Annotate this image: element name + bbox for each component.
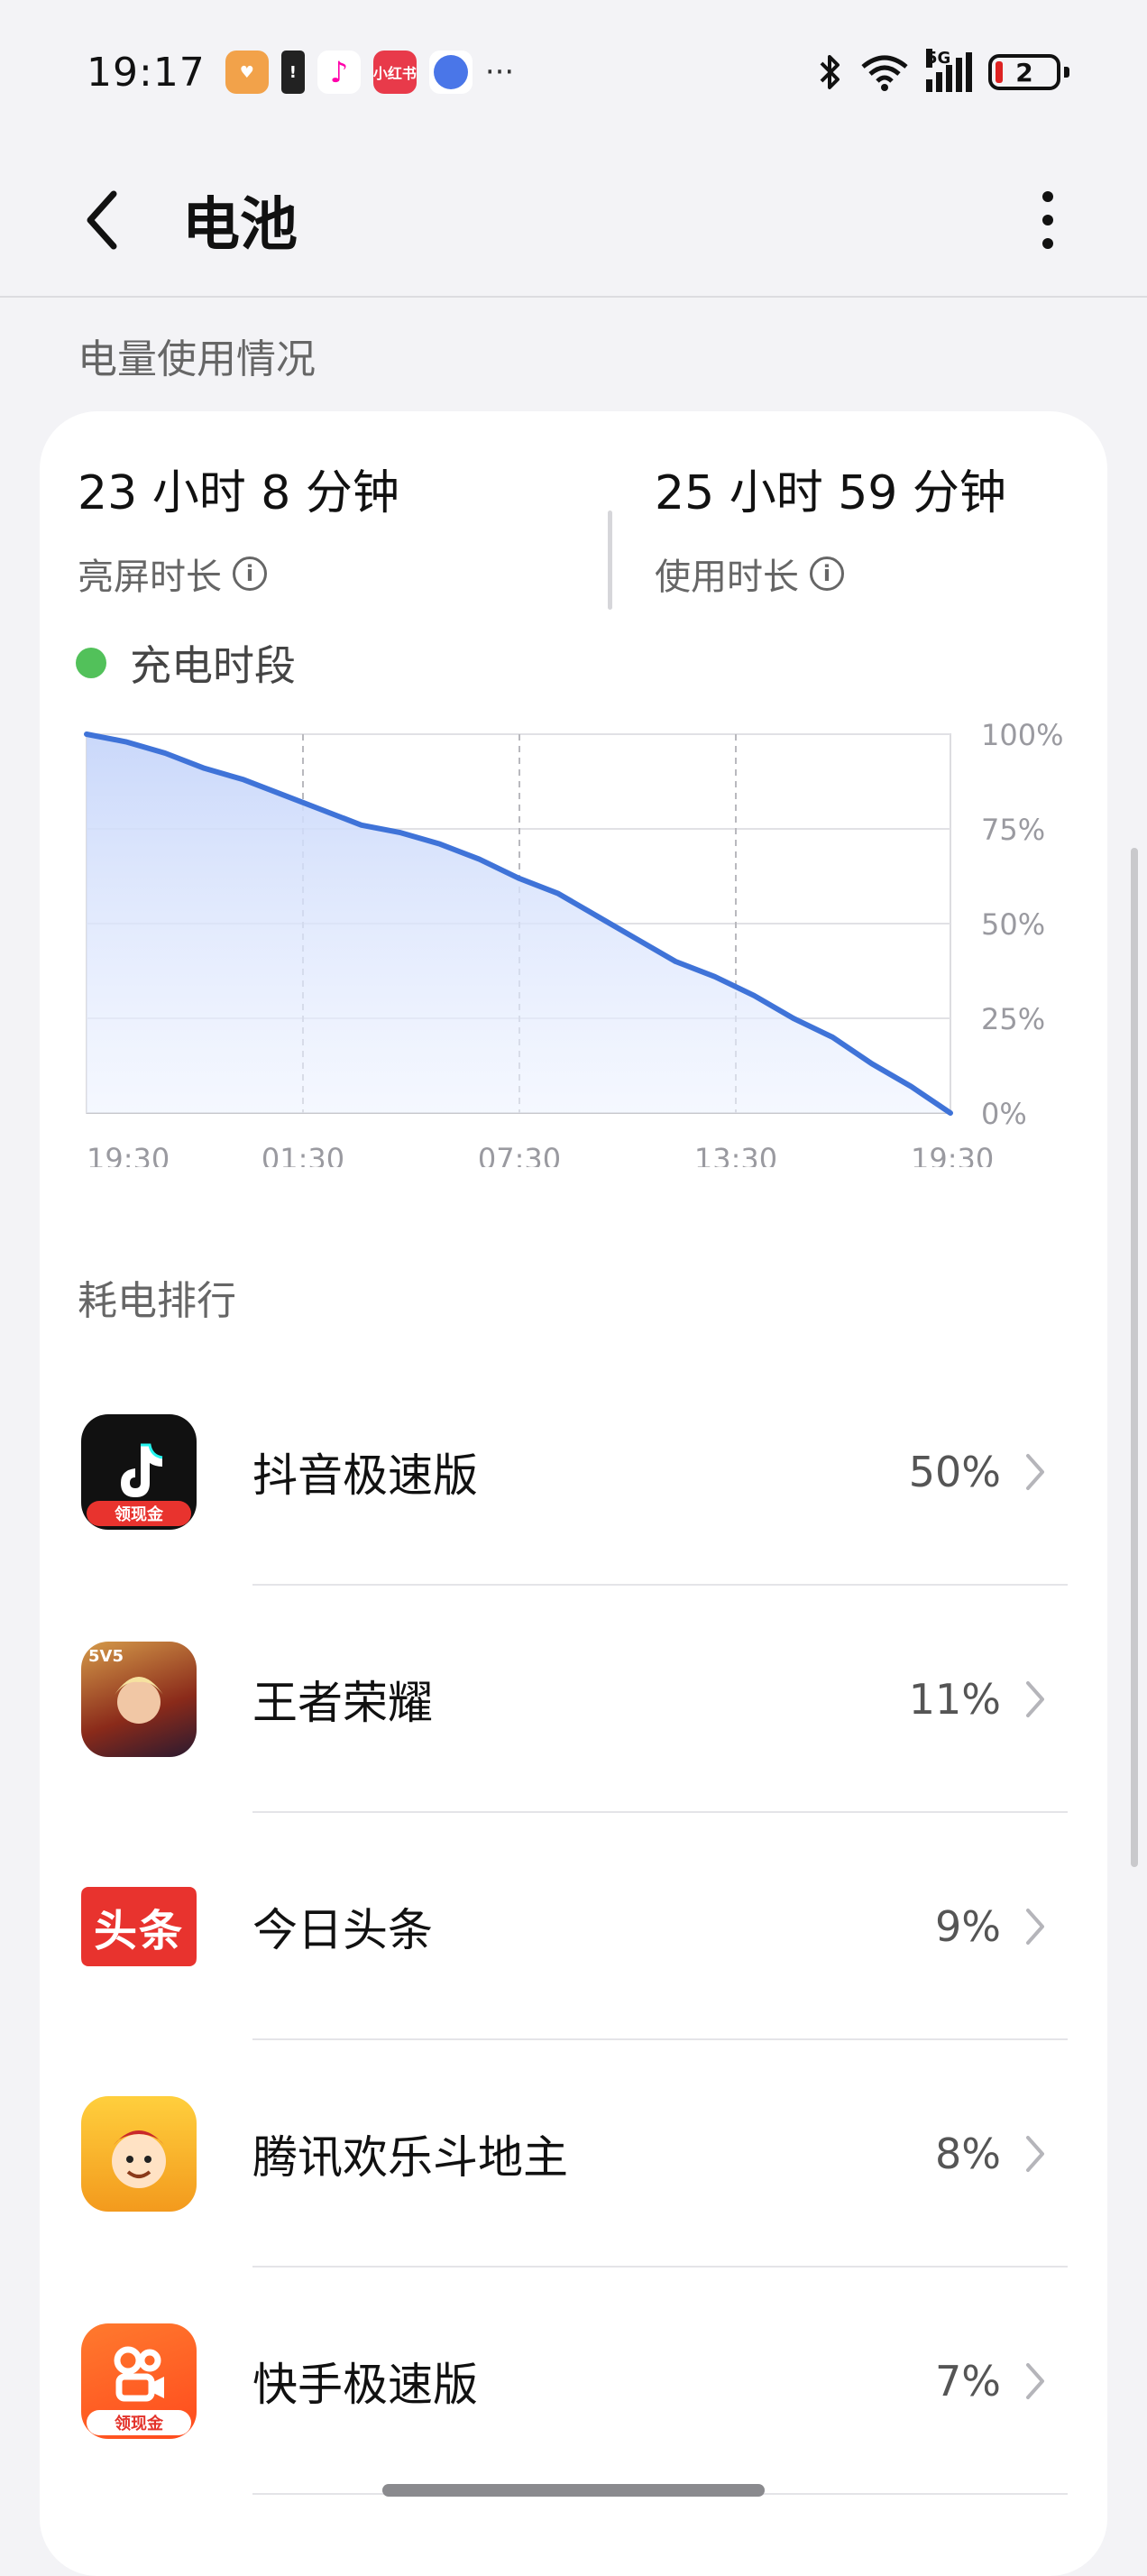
app-percent: 50% xyxy=(908,1448,1001,1496)
charging-legend-label: 充电时段 xyxy=(130,641,296,690)
toutiao-logo: 头条 xyxy=(81,1887,197,1966)
chevron-right-icon xyxy=(1024,2127,1060,2181)
y-tick-label: 0% xyxy=(981,1097,1027,1131)
tiktok-note-icon xyxy=(121,1443,163,1497)
scrollbar[interactable] xyxy=(1131,848,1138,1867)
y-tick-label: 100% xyxy=(981,718,1063,752)
chevron-right-icon xyxy=(1024,1445,1060,1499)
app-percent: 7% xyxy=(935,2357,1001,2406)
battery-warning-icon: ! xyxy=(280,51,305,94)
chevron-right-icon xyxy=(1024,2354,1060,2408)
bluetooth-icon xyxy=(820,55,840,89)
app-row-douyin-lite[interactable]: 领现金 抖音极速版 50% xyxy=(40,1358,1107,1586)
app-name: 抖音极速版 xyxy=(252,1449,478,1502)
app-row-toutiao[interactable]: 头条 今日头条 9% xyxy=(40,1813,1107,2040)
app-badge: 领现金 xyxy=(87,2410,191,2435)
chevron-right-icon xyxy=(1024,1672,1060,1726)
stat-divider xyxy=(608,511,612,610)
x-tick-label: 19:30 xyxy=(911,1142,994,1167)
kuaishou-lite-icon: 领现金 xyxy=(81,2323,197,2439)
app-badge: 领现金 xyxy=(87,1501,191,1526)
battery-level: 2 xyxy=(1015,57,1033,87)
battery-level-chart[interactable]: 100% 75% 50% 25% 0% 19:30 01:30 07:30 13:30 19:30 xyxy=(40,698,1107,1167)
network-type: 5G xyxy=(926,49,951,68)
x-tick-label: 19:30 xyxy=(87,1142,170,1167)
chart-legend: 充电时段 xyxy=(76,633,296,693)
more-options-button[interactable] xyxy=(1030,184,1066,256)
doudizhu-icon xyxy=(81,2096,197,2212)
heart-app-icon: ♥ xyxy=(225,51,269,94)
info-icon[interactable]: i xyxy=(233,557,267,591)
app-name: 快手极速版 xyxy=(252,2359,478,2411)
kuaishou-camera-icon xyxy=(114,2346,164,2402)
xiaohongshu-icon: 小红书 xyxy=(372,51,417,94)
power-ranking-title: 耗电排行 xyxy=(78,1278,236,1324)
screen-time-value: 23 小时 8 分钟 xyxy=(78,466,399,520)
app-percent: 11% xyxy=(908,1675,1001,1724)
status-bar: 19:17 ♥ ! ♪ 小红书 ··· 5G 2 xyxy=(0,0,1147,144)
screen-time-label: 亮屏时长 xyxy=(78,557,222,598)
landlord-face-icon xyxy=(112,2130,166,2188)
planet-app-icon xyxy=(428,51,473,94)
app-name: 腾讯欢乐斗地主 xyxy=(252,2131,568,2184)
app-power-list: 领现金 抖音极速版 50% 5V5 王者荣耀 11% 头条 今日头条 9% 腾讯… xyxy=(40,1358,1107,2495)
chevron-right-icon xyxy=(1024,1900,1060,1954)
app-row-honor-of-kings[interactable]: 5V5 王者荣耀 11% xyxy=(40,1586,1107,1813)
screen-time-stat: 23 小时 8 分钟 亮屏时长 i xyxy=(78,455,399,600)
usage-stats: 23 小时 8 分钟 亮屏时长 i 25 小时 59 分钟 使用时长 i xyxy=(78,455,1069,610)
app-row-doudizhu[interactable]: 腾讯欢乐斗地主 8% xyxy=(40,2040,1107,2268)
more-dot xyxy=(1042,238,1053,249)
honor-of-kings-icon: 5V5 xyxy=(81,1642,197,1757)
more-dot xyxy=(1042,191,1053,202)
hero-face-icon xyxy=(115,1677,163,1724)
home-indicator[interactable] xyxy=(382,2484,765,2497)
more-dot xyxy=(1042,215,1053,225)
x-tick-label: 07:30 xyxy=(478,1142,561,1167)
battery-icon: 2 xyxy=(988,54,1069,90)
usage-time-stat: 25 小时 59 分钟 使用时长 i xyxy=(655,455,1006,600)
page-title: 电池 xyxy=(182,192,298,259)
title-bar: 电池 xyxy=(0,144,1147,298)
y-tick-label: 25% xyxy=(981,1002,1045,1036)
status-time: 19:17 xyxy=(87,49,206,96)
battery-usage-card: 23 小时 8 分钟 亮屏时长 i 25 小时 59 分钟 使用时长 i 充电时… xyxy=(40,411,1107,2576)
app-badge: 5V5 xyxy=(88,1647,124,1666)
chevron-left-icon xyxy=(87,190,117,250)
music-icon: ♪ xyxy=(317,51,361,94)
y-tick-label: 75% xyxy=(981,813,1045,847)
app-name: 今日头条 xyxy=(252,1904,433,1956)
douyin-lite-icon: 领现金 xyxy=(81,1414,197,1530)
wifi-icon xyxy=(861,55,908,91)
charging-legend-dot xyxy=(76,648,106,678)
screen-time-label-row: 亮屏时长 i xyxy=(78,547,399,600)
app-percent: 8% xyxy=(935,2130,1001,2178)
x-tick-label: 01:30 xyxy=(262,1142,344,1167)
app-percent: 9% xyxy=(935,1902,1001,1951)
notification-icons: ♥ ! ♪ 小红书 ··· xyxy=(225,51,514,94)
usage-time-value: 25 小时 59 分钟 xyxy=(655,466,1006,520)
cellular-signal-icon: 5G xyxy=(926,49,972,92)
more-notifications-icon: ··· xyxy=(484,54,515,90)
usage-section-heading: 电量使用情况 xyxy=(78,336,316,382)
x-tick-label: 13:30 xyxy=(694,1142,777,1167)
app-row-kuaishou-lite[interactable]: 领现金 快手极速版 7% xyxy=(40,2268,1107,2495)
back-button[interactable] xyxy=(81,189,144,252)
info-icon[interactable]: i xyxy=(810,557,844,591)
y-tick-label: 50% xyxy=(981,907,1045,942)
app-name: 王者荣耀 xyxy=(252,1677,433,1729)
usage-time-label-row: 使用时长 i xyxy=(655,547,1006,600)
usage-time-label: 使用时长 xyxy=(655,557,799,598)
toutiao-icon: 头条 xyxy=(81,1869,197,1984)
